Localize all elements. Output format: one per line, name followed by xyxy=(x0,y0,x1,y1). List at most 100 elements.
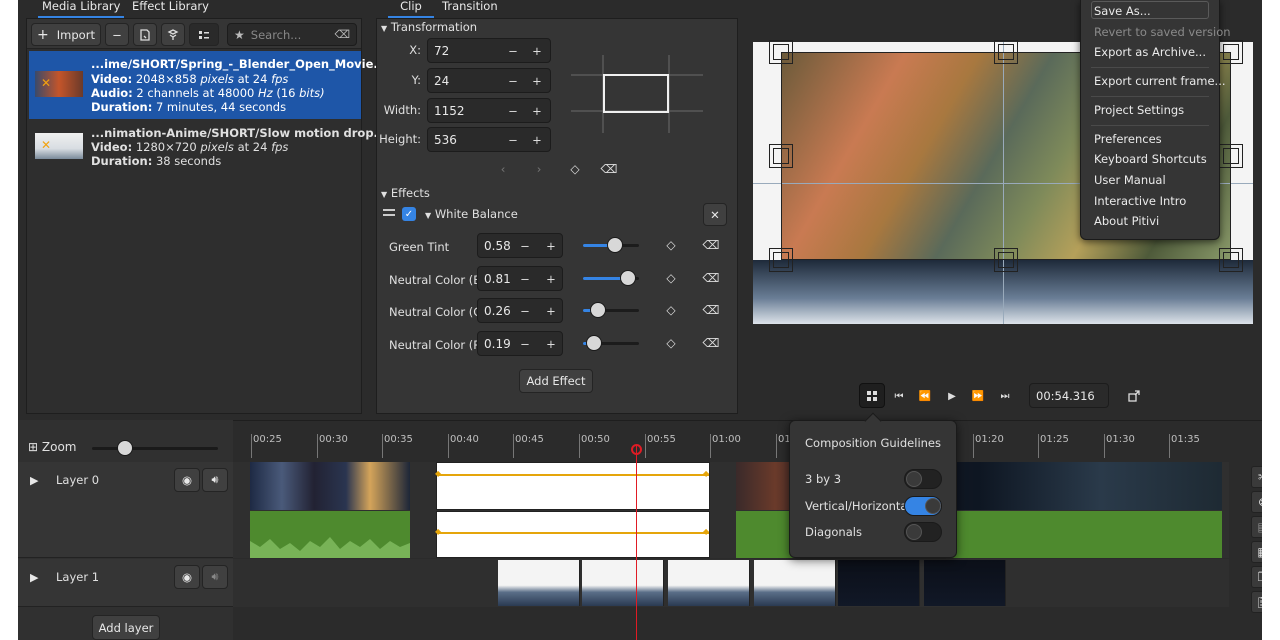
zoom-fit-icon[interactable]: ⊞ xyxy=(28,440,38,454)
layer-visibility-button[interactable]: ◉ xyxy=(174,565,200,589)
keyframe-marker[interactable]: ◆ xyxy=(435,527,441,536)
effect-expander[interactable]: ▼ White Balance xyxy=(425,207,518,221)
video-clip[interactable] xyxy=(250,462,410,510)
keyframe-marker[interactable]: ◆ xyxy=(435,469,441,478)
app-menu-item[interactable]: Save As... xyxy=(1094,4,1151,18)
video-thumbnail[interactable] xyxy=(924,560,1006,606)
play-icon[interactable]: ▶ xyxy=(942,386,962,406)
remove-clip-button[interactable]: − xyxy=(105,23,129,46)
keyframe-icon[interactable]: ◇ xyxy=(661,235,681,255)
transition-clip[interactable]: ◆ ◆ xyxy=(435,462,710,510)
layer-audio-button[interactable]: 🔊︎ xyxy=(202,565,228,589)
search-field[interactable]: ★ Search... ⌫ xyxy=(227,23,357,46)
app-menu-item[interactable]: Interactive Intro xyxy=(1094,194,1186,208)
resize-handle[interactable] xyxy=(769,248,793,272)
rewind-icon[interactable]: ⏪ xyxy=(915,386,935,406)
height-increment-button[interactable]: + xyxy=(525,127,549,152)
zoom-slider-knob[interactable] xyxy=(117,440,133,456)
effect-enabled-checkbox[interactable]: ✓ xyxy=(402,207,416,221)
width-decrement-button[interactable]: − xyxy=(501,98,525,123)
width-increment-button[interactable]: + xyxy=(525,98,549,123)
paste-button[interactable]: 📋︎ xyxy=(1251,591,1262,613)
media-item[interactable]: ✕ ...ime/SHORT/Spring_-_Blender_Open_Mov… xyxy=(29,51,416,119)
param-decrement-button[interactable]: − xyxy=(513,331,537,356)
eraser-icon[interactable]: ⌫ xyxy=(599,159,619,179)
resize-handle[interactable] xyxy=(994,248,1018,272)
prev-keyframe-icon[interactable]: ‹ xyxy=(493,159,513,179)
proxy-button[interactable] xyxy=(161,23,185,46)
height-decrement-button[interactable]: − xyxy=(501,127,525,152)
clip-properties-button[interactable] xyxy=(133,23,157,46)
param-slider-knob[interactable] xyxy=(586,335,602,351)
resize-handle[interactable] xyxy=(769,144,793,168)
app-menu-item[interactable]: Export as Archive... xyxy=(1094,45,1206,59)
playhead[interactable] xyxy=(636,446,637,640)
param-increment-button[interactable]: + xyxy=(539,298,563,323)
tab-media-library[interactable]: Media Library xyxy=(38,0,125,18)
x-increment-button[interactable]: + xyxy=(525,38,549,63)
keyframe-icon[interactable]: ◇ xyxy=(661,268,681,288)
group-button[interactable]: ▤ xyxy=(1251,516,1262,538)
three-by-three-switch[interactable] xyxy=(904,469,942,489)
param-decrement-button[interactable]: − xyxy=(513,298,537,323)
video-thumbnail[interactable] xyxy=(838,560,920,606)
undock-viewer-icon[interactable] xyxy=(1124,386,1144,406)
app-menu-item[interactable]: Revert to saved version xyxy=(1094,25,1231,39)
app-menu-item[interactable]: About Pitivi xyxy=(1094,214,1159,228)
fast-forward-icon[interactable]: ⏩ xyxy=(968,386,988,406)
param-increment-button[interactable]: + xyxy=(539,331,563,356)
param-decrement-button[interactable]: − xyxy=(513,233,537,258)
effects-expander[interactable]: ▼ Effects xyxy=(381,186,430,200)
clear-search-icon[interactable]: ⌫ xyxy=(334,28,350,41)
split-button[interactable]: ✂ xyxy=(1251,466,1262,488)
resize-handle[interactable] xyxy=(1219,144,1243,168)
vertical-horizontal-switch[interactable] xyxy=(904,496,942,516)
timecode-field[interactable]: 00:54.316 xyxy=(1029,383,1109,408)
transform-preview[interactable] xyxy=(571,55,703,133)
drag-handle-icon[interactable] xyxy=(381,205,397,221)
tab-transition[interactable]: Transition xyxy=(438,0,502,18)
guidelines-button[interactable] xyxy=(859,383,885,408)
app-menu-item[interactable]: User Manual xyxy=(1094,173,1166,187)
x-decrement-button[interactable]: − xyxy=(501,38,525,63)
eraser-icon[interactable]: ⌫ xyxy=(701,268,721,288)
remove-effect-button[interactable]: ✕ xyxy=(703,203,727,226)
resize-handle[interactable] xyxy=(769,40,793,64)
media-item[interactable]: ✕ ...nimation-Anime/SHORT/Slow motion dr… xyxy=(29,121,417,171)
resize-handle[interactable] xyxy=(1219,248,1243,272)
playhead-handle[interactable] xyxy=(631,444,642,455)
app-menu-item[interactable]: Export current frame... xyxy=(1094,74,1226,88)
keyframe-icon[interactable]: ◇ xyxy=(565,159,585,179)
copy-button[interactable]: ❐ xyxy=(1251,566,1262,588)
eraser-icon[interactable]: ⌫ xyxy=(701,300,721,320)
keyframe-icon[interactable]: ◇ xyxy=(661,333,681,353)
video-thumbnail[interactable] xyxy=(668,560,750,606)
import-button[interactable]: + Import xyxy=(31,23,101,46)
layer-visibility-button[interactable]: ◉ xyxy=(174,468,200,492)
transformation-expander[interactable]: ▼ Transformation xyxy=(381,20,477,34)
go-to-start-icon[interactable]: ⏮ xyxy=(889,386,909,406)
eraser-icon[interactable]: ⌫ xyxy=(701,235,721,255)
keyframe-marker[interactable]: ◆ xyxy=(703,469,709,478)
view-mode-button[interactable] xyxy=(189,23,219,46)
delete-button[interactable]: ⊗ xyxy=(1251,491,1262,513)
param-slider-knob[interactable] xyxy=(620,270,636,286)
resize-handle[interactable] xyxy=(1219,40,1243,64)
keyframe-icon[interactable]: ◇ xyxy=(661,300,681,320)
go-to-end-icon[interactable]: ⏭ xyxy=(995,386,1015,406)
param-decrement-button[interactable]: − xyxy=(513,266,537,291)
diagonals-switch[interactable] xyxy=(904,522,942,542)
eraser-icon[interactable]: ⌫ xyxy=(701,333,721,353)
next-keyframe-icon[interactable]: › xyxy=(529,159,549,179)
ungroup-button[interactable]: ▦ xyxy=(1251,541,1262,563)
param-increment-button[interactable]: + xyxy=(539,266,563,291)
tab-clip[interactable]: Clip xyxy=(388,0,434,18)
tab-effect-library[interactable]: Effect Library xyxy=(128,0,213,18)
keyframe-marker[interactable]: ◆ xyxy=(703,527,709,536)
app-menu-item[interactable]: Keyboard Shortcuts xyxy=(1094,152,1207,166)
y-decrement-button[interactable]: − xyxy=(501,68,525,93)
video-thumbnail[interactable] xyxy=(498,560,580,606)
add-effect-button[interactable]: Add Effect xyxy=(519,369,593,393)
audio-clip[interactable] xyxy=(250,511,410,558)
param-slider-knob[interactable] xyxy=(607,237,623,253)
